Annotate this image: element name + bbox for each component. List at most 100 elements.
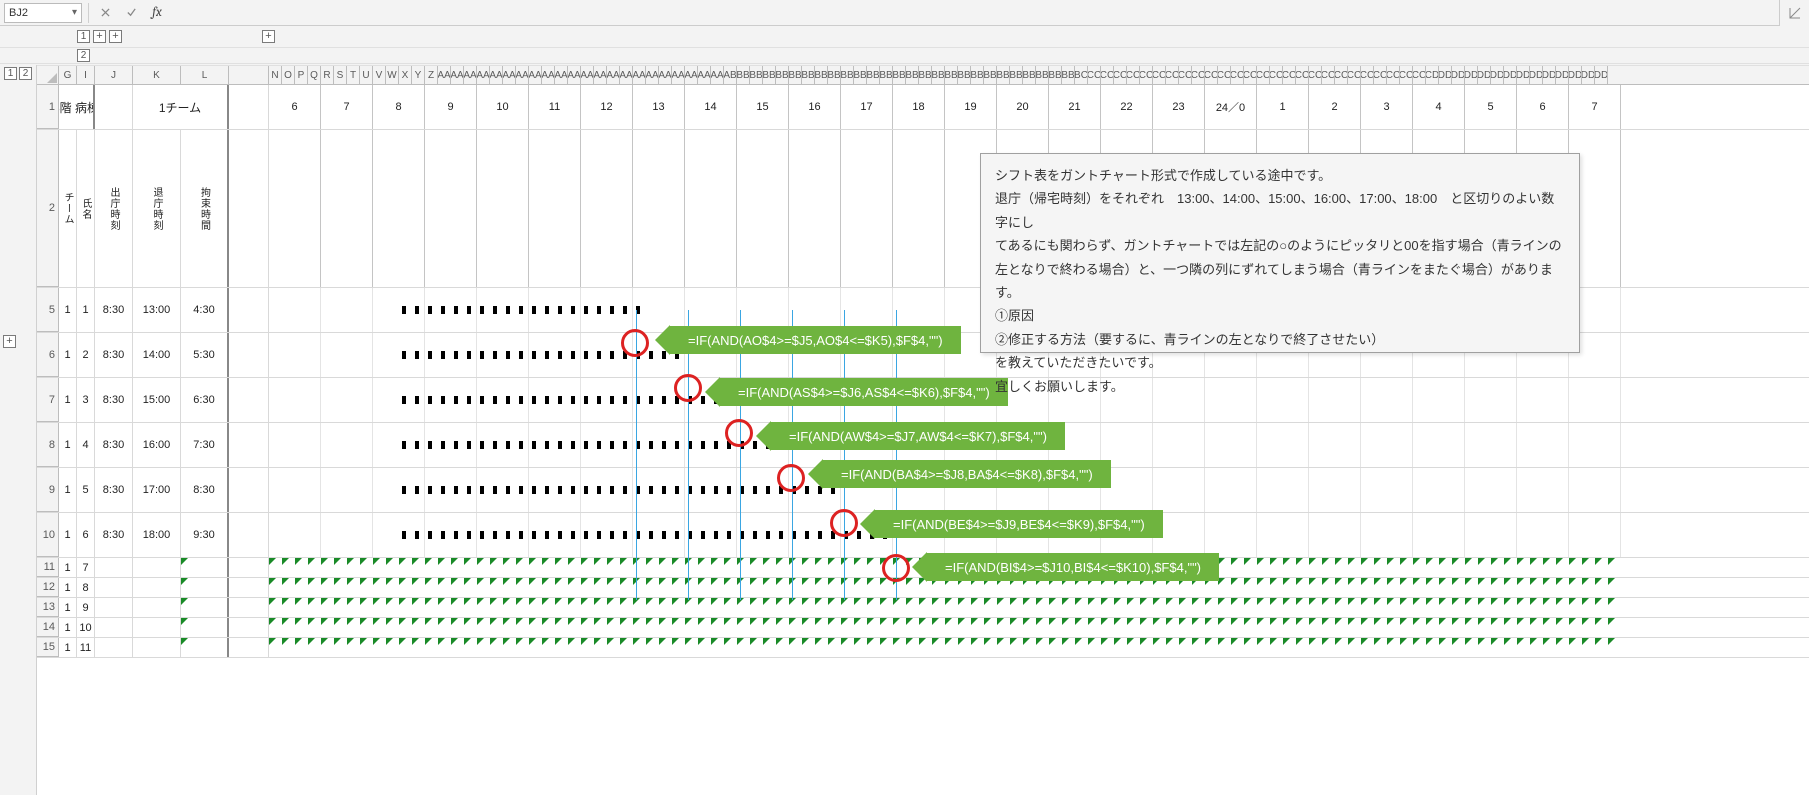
col-header[interactable]: K bbox=[133, 66, 181, 84]
col-header[interactable]: BB bbox=[828, 66, 841, 84]
col-header[interactable]: CC bbox=[1374, 66, 1387, 84]
col-header[interactable]: BB bbox=[854, 66, 867, 84]
col-header[interactable]: AA bbox=[633, 66, 646, 84]
col-header[interactable]: CC bbox=[1218, 66, 1231, 84]
col-header[interactable]: S bbox=[334, 66, 347, 84]
col-group-level-2[interactable]: 2 bbox=[77, 49, 90, 62]
col-header[interactable]: BB bbox=[867, 66, 880, 84]
col-header[interactable]: AA bbox=[464, 66, 477, 84]
row-number[interactable]: 10 bbox=[37, 513, 59, 557]
col-header[interactable]: R bbox=[321, 66, 334, 84]
col-header[interactable]: CC bbox=[1179, 66, 1192, 84]
col-header[interactable]: BB bbox=[893, 66, 906, 84]
col-header[interactable]: DD bbox=[1517, 66, 1530, 84]
col-header[interactable]: BB bbox=[997, 66, 1010, 84]
col-header[interactable]: BB bbox=[1023, 66, 1036, 84]
col-group-expand-3[interactable]: + bbox=[262, 30, 275, 43]
row-number[interactable]: 13 bbox=[37, 598, 59, 617]
row-number[interactable]: 8 bbox=[37, 423, 59, 467]
name-box-dropdown-icon[interactable]: ▾ bbox=[72, 7, 77, 18]
col-header[interactable]: CC bbox=[1283, 66, 1296, 84]
row-number[interactable]: 14 bbox=[37, 618, 59, 637]
row-number[interactable]: 7 bbox=[37, 378, 59, 422]
col-header[interactable]: AA bbox=[607, 66, 620, 84]
col-header[interactable]: CC bbox=[1166, 66, 1179, 84]
col-header[interactable]: BB bbox=[776, 66, 789, 84]
row-number[interactable]: 5 bbox=[37, 288, 59, 332]
edit-pane-icon[interactable] bbox=[1779, 0, 1809, 26]
col-header[interactable]: DD bbox=[1491, 66, 1504, 84]
col-header[interactable]: AA bbox=[451, 66, 464, 84]
col-header[interactable]: DD bbox=[1543, 66, 1556, 84]
col-header[interactable]: DD bbox=[1595, 66, 1608, 84]
col-header[interactable]: O bbox=[282, 66, 295, 84]
row-number[interactable]: 15 bbox=[37, 638, 59, 657]
col-header[interactable]: CC bbox=[1153, 66, 1166, 84]
col-header[interactable]: Y bbox=[412, 66, 425, 84]
col-header[interactable]: AA bbox=[529, 66, 542, 84]
col-header[interactable]: U bbox=[360, 66, 373, 84]
col-header[interactable]: AA bbox=[490, 66, 503, 84]
col-header[interactable]: CC bbox=[1205, 66, 1218, 84]
col-header[interactable]: AA bbox=[542, 66, 555, 84]
col-header[interactable]: AA bbox=[659, 66, 672, 84]
col-header[interactable]: V bbox=[373, 66, 386, 84]
col-header[interactable]: BB bbox=[737, 66, 750, 84]
col-header[interactable]: AA bbox=[672, 66, 685, 84]
col-header[interactable]: BB bbox=[789, 66, 802, 84]
col-header[interactable]: BB bbox=[1049, 66, 1062, 84]
cancel-icon[interactable] bbox=[95, 3, 115, 23]
col-header[interactable]: BB bbox=[906, 66, 919, 84]
col-header[interactable]: Z bbox=[425, 66, 438, 84]
col-header[interactable]: AA bbox=[516, 66, 529, 84]
col-header[interactable]: BB bbox=[802, 66, 815, 84]
col-header[interactable]: X bbox=[399, 66, 412, 84]
col-header[interactable]: AA bbox=[620, 66, 633, 84]
col-header[interactable]: P bbox=[295, 66, 308, 84]
col-header[interactable]: AB bbox=[724, 66, 737, 84]
name-box[interactable]: BJ2 ▾ bbox=[4, 3, 82, 23]
col-header[interactable]: AA bbox=[581, 66, 594, 84]
col-header[interactable]: J bbox=[95, 66, 133, 84]
annotation-textbox[interactable]: シフト表をガントチャート形式で作成している途中です。 退庁（帰宅時刻）をそれぞれ… bbox=[980, 153, 1580, 353]
col-header[interactable]: CC bbox=[1101, 66, 1114, 84]
col-header[interactable]: CC bbox=[1309, 66, 1322, 84]
ward-cell[interactable]: 3階 病棟 bbox=[59, 85, 95, 129]
col-header[interactable]: CC bbox=[1322, 66, 1335, 84]
col-header[interactable]: CC bbox=[1244, 66, 1257, 84]
col-header[interactable]: AA bbox=[568, 66, 581, 84]
col-header[interactable]: AA bbox=[685, 66, 698, 84]
col-header[interactable]: CC bbox=[1361, 66, 1374, 84]
col-group-level-1[interactable]: 1 bbox=[77, 30, 90, 43]
col-header[interactable]: CC bbox=[1270, 66, 1283, 84]
col-header[interactable]: BB bbox=[1010, 66, 1023, 84]
col-header[interactable]: AA bbox=[594, 66, 607, 84]
col-header[interactable]: BB bbox=[958, 66, 971, 84]
fx-icon[interactable]: fx bbox=[147, 3, 167, 23]
row-group-expand[interactable]: + bbox=[3, 335, 16, 348]
row-number[interactable]: 1 bbox=[37, 85, 59, 129]
col-header[interactable]: CC bbox=[1257, 66, 1270, 84]
col-header[interactable]: BB bbox=[945, 66, 958, 84]
col-header[interactable]: BB bbox=[763, 66, 776, 84]
enter-icon[interactable] bbox=[121, 3, 141, 23]
col-header[interactable]: DD bbox=[1439, 66, 1452, 84]
col-header[interactable]: CC bbox=[1192, 66, 1205, 84]
col-header[interactable]: CC bbox=[1140, 66, 1153, 84]
col-header[interactable]: DD bbox=[1504, 66, 1517, 84]
select-all-corner[interactable] bbox=[37, 66, 59, 84]
col-header[interactable]: BB bbox=[971, 66, 984, 84]
col-header[interactable]: CC bbox=[1387, 66, 1400, 84]
row-group-level-1[interactable]: 1 bbox=[4, 67, 17, 80]
col-header[interactable]: CC bbox=[1231, 66, 1244, 84]
col-header[interactable]: BB bbox=[984, 66, 997, 84]
row-number[interactable]: 11 bbox=[37, 558, 59, 577]
col-header[interactable]: CC bbox=[1413, 66, 1426, 84]
col-header[interactable]: Q bbox=[308, 66, 321, 84]
col-header[interactable]: CC bbox=[1296, 66, 1309, 84]
col-header[interactable]: AA bbox=[477, 66, 490, 84]
col-header[interactable]: CC bbox=[1088, 66, 1101, 84]
col-header[interactable]: DD bbox=[1569, 66, 1582, 84]
col-header[interactable]: AA bbox=[646, 66, 659, 84]
col-header[interactable]: BB bbox=[841, 66, 854, 84]
